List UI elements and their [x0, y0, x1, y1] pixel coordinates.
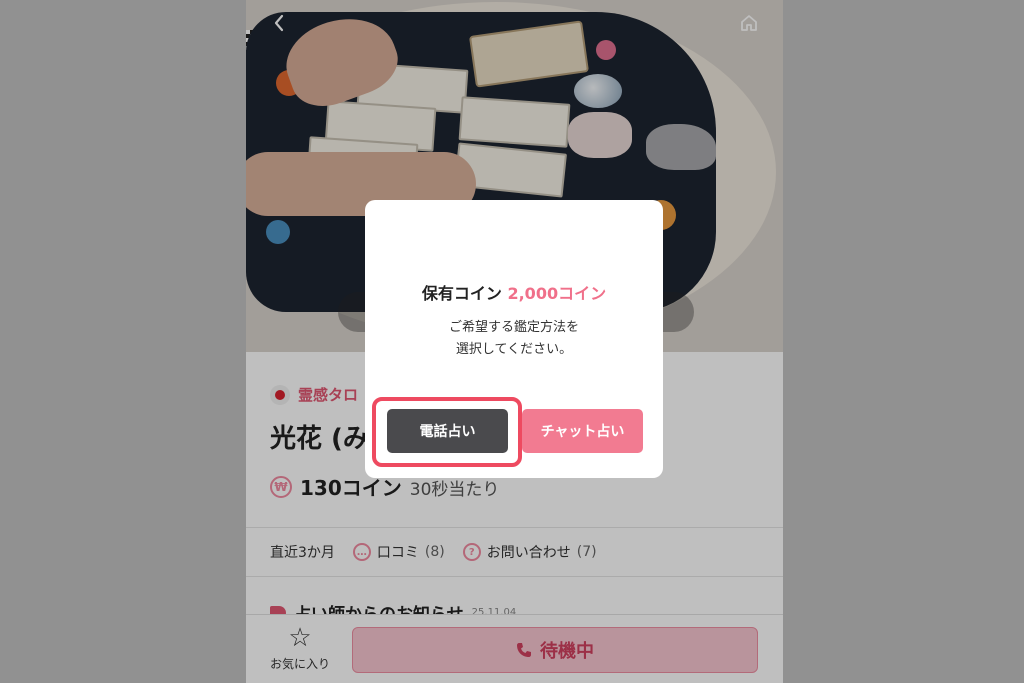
- coin-balance: 保有コイン 2,000コイン: [365, 280, 663, 304]
- dialog-message-line2: 選択してください。: [455, 342, 573, 357]
- coin-balance-label: 保有コイン: [421, 284, 508, 303]
- highlight-annotation: [372, 397, 522, 467]
- dialog-message: ご希望する鑑定方法を 選択してください。: [365, 317, 663, 361]
- dialog-message-line1: ご希望する鑑定方法を: [448, 320, 579, 335]
- chat-reading-button[interactable]: チャット占い: [522, 409, 643, 453]
- coin-balance-value: 2,000コイン: [507, 284, 607, 303]
